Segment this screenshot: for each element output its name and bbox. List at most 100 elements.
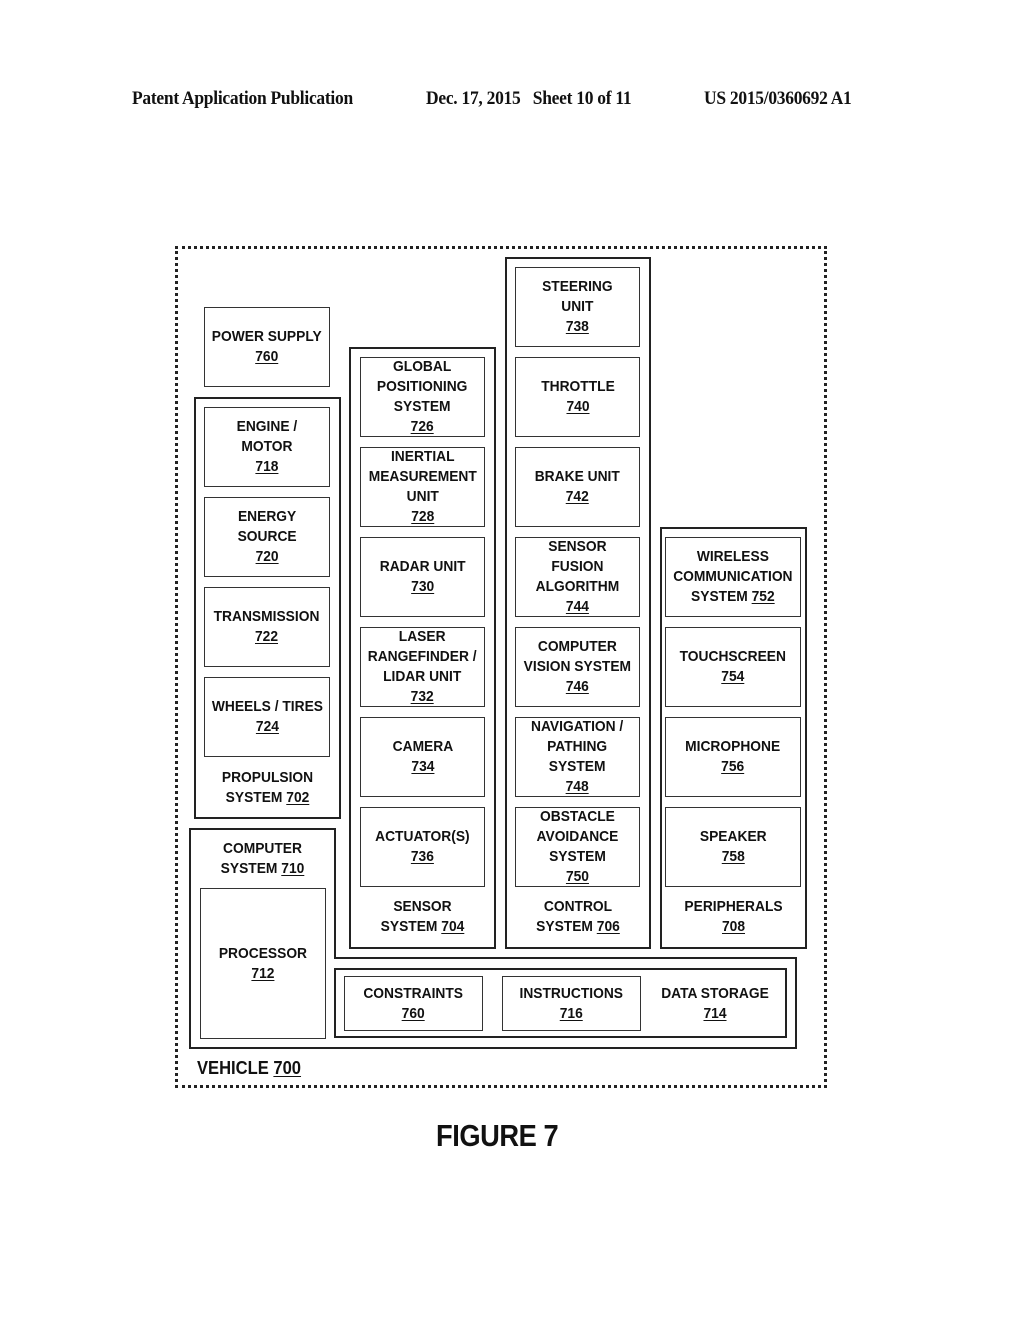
- component-ref: 744: [565, 598, 589, 615]
- component-label-line: OBSTACLE: [540, 808, 615, 825]
- sensor-item-736: ACTUATOR(S) 736: [360, 807, 485, 887]
- component-ref: 716: [559, 1004, 584, 1022]
- component-label-line: MICROPHONE: [685, 738, 781, 755]
- component-label-line: MEASUREMENT: [368, 468, 477, 485]
- component-ref: 754: [721, 668, 745, 685]
- component-label-line: MOTOR: [241, 438, 293, 455]
- control-item-738: STEERING UNIT 738: [515, 267, 640, 347]
- component-label-line: RANGEFINDER /: [368, 648, 477, 665]
- propulsion-item-724: WHEELS / TIRES 724: [204, 677, 330, 757]
- component-label-line: BRAKE UNIT: [534, 468, 621, 485]
- component-label-line: THROTTLE: [540, 378, 615, 395]
- power-supply-ref: 760: [255, 348, 279, 365]
- propulsion-system-ref: 702: [286, 789, 310, 806]
- component-label-line: TRANSMISSION: [214, 608, 320, 625]
- component-label-line: POSITIONING: [377, 378, 468, 395]
- sensor-item-726: GLOBAL POSITIONING SYSTEM 726: [360, 357, 485, 437]
- control-item-742: BRAKE UNIT 742: [515, 447, 640, 527]
- component-ref: 720: [255, 548, 279, 565]
- component-ref: 728: [410, 508, 434, 525]
- component-ref: 722: [255, 628, 279, 645]
- peripherals-label: PERIPHERALS 708: [660, 897, 807, 937]
- data_storage-item-716: INSTRUCTIONS 716: [502, 976, 641, 1031]
- component-ref: 726: [410, 418, 435, 435]
- processor-ref: 712: [251, 964, 275, 982]
- component-ref: 742: [565, 488, 590, 505]
- data-storage-ref: 714: [703, 1005, 727, 1022]
- component-label-line: SPEAKER: [699, 828, 767, 845]
- component-ref: 746: [565, 678, 589, 695]
- component-ref: 732: [410, 688, 435, 705]
- component-ref: 738: [565, 318, 590, 335]
- propulsion-item-718: ENGINE / MOTOR 718: [204, 407, 330, 487]
- control-system-label: CONTROL SYSTEM 706: [536, 898, 620, 935]
- component-label-line: UNIT: [561, 298, 594, 315]
- processor-box: PROCESSOR 712: [200, 888, 326, 1039]
- component-label-line: PATHING: [547, 738, 608, 755]
- component-label-line: ENERGY: [237, 508, 297, 525]
- processor-label: PROCESSOR: [218, 944, 308, 962]
- component-label-line: SYSTEM: [394, 398, 451, 415]
- control-item-748: NAVIGATION / PATHING SYSTEM 748: [515, 717, 640, 797]
- component-label-line: SYSTEM: [549, 848, 606, 865]
- component-label-line: FUSION: [551, 558, 604, 575]
- control-system-ref: 706: [596, 918, 620, 935]
- component-label-line: ALGORITHM: [535, 578, 620, 595]
- component-label-line: LIDAR UNIT: [383, 668, 462, 685]
- component-label-line: INERTIAL: [390, 448, 455, 465]
- peripherals-item-758: SPEAKER 758: [665, 807, 801, 887]
- component-ref: 756: [721, 758, 745, 775]
- component-ref: 752: [751, 588, 775, 605]
- component-ref: 750: [565, 868, 590, 885]
- component-ref: 760: [401, 1004, 426, 1022]
- propulsion-system-label: PROPULSION SYSTEM 702: [221, 769, 314, 806]
- component-ref: 730: [410, 578, 434, 595]
- component-ref: 734: [410, 758, 435, 775]
- vehicle-label: VEHICLE 700: [197, 1058, 302, 1078]
- data-storage-label: DATA STORAGE 714: [650, 984, 780, 1024]
- sensor-system-ref: 704: [441, 918, 465, 935]
- component-label-line: GLOBAL: [393, 358, 452, 375]
- sensor-item-732: LASER RANGEFINDER / LIDAR UNIT 732: [360, 627, 485, 707]
- sensor-item-734: CAMERA 734: [360, 717, 485, 797]
- component-label-line: INSTRUCTIONS: [519, 984, 624, 1002]
- sensor-item-728: INERTIAL MEASUREMENT UNIT 728: [360, 447, 485, 527]
- component-label-line: STEERING: [542, 278, 613, 295]
- component-label-line: TOUCHSCREEN: [679, 648, 787, 665]
- component-label-line: WIRELESS: [696, 548, 770, 565]
- component-ref: 718: [255, 458, 279, 475]
- sensor-system-label: SENSOR SYSTEM 704: [380, 898, 465, 935]
- component-label-line: COMPUTER: [537, 638, 617, 655]
- peripherals-item-756: MICROPHONE 756: [665, 717, 801, 797]
- component-label-line: CONSTRAINTS: [363, 984, 464, 1002]
- component-ref: 724: [255, 718, 279, 735]
- propulsion-item-720: ENERGY SOURCE 720: [204, 497, 330, 577]
- control-item-744: SENSOR FUSION ALGORITHM 744: [515, 537, 640, 617]
- component-label-line: ENGINE /: [236, 418, 298, 435]
- component-label-line: RADAR UNIT: [379, 558, 466, 575]
- component-label-line: SOURCE: [237, 528, 297, 545]
- power-supply-box: POWER SUPPLY 760: [204, 307, 330, 387]
- component-label-line: WHEELS / TIRES: [211, 698, 323, 715]
- component-label-line: AVOIDANCE: [536, 828, 619, 845]
- sensor-item-730: RADAR UNIT 730: [360, 537, 485, 617]
- power-supply-label: POWER SUPPLY: [212, 328, 322, 345]
- peripherals-item-752: WIRELESS COMMUNICATION SYSTEM 752: [665, 537, 801, 617]
- component-label-line: SYSTEM: [549, 758, 606, 775]
- component-label-line: LASER: [399, 628, 446, 645]
- component-ref: 740: [565, 398, 590, 415]
- component-ref: 748: [565, 778, 590, 795]
- component-ref: 736: [410, 848, 435, 865]
- control-item-740: THROTTLE 740: [515, 357, 640, 437]
- computer-system-ref: 710: [281, 860, 305, 877]
- component-label-line: COMMUNICATION: [673, 568, 793, 585]
- component-label-line: SYSTEM 752: [691, 588, 775, 605]
- component-label-line: VISION SYSTEM: [523, 658, 632, 675]
- component-label-line: UNIT: [406, 488, 439, 505]
- vehicle-ref: 700: [273, 1058, 302, 1078]
- component-label-line: ACTUATOR(S): [375, 828, 470, 845]
- data_storage-item-760: CONSTRAINTS 760: [344, 976, 483, 1031]
- control-item-750: OBSTACLE AVOIDANCE SYSTEM 750: [515, 807, 640, 887]
- peripherals-item-754: TOUCHSCREEN 754: [665, 627, 801, 707]
- propulsion-item-722: TRANSMISSION 722: [204, 587, 330, 667]
